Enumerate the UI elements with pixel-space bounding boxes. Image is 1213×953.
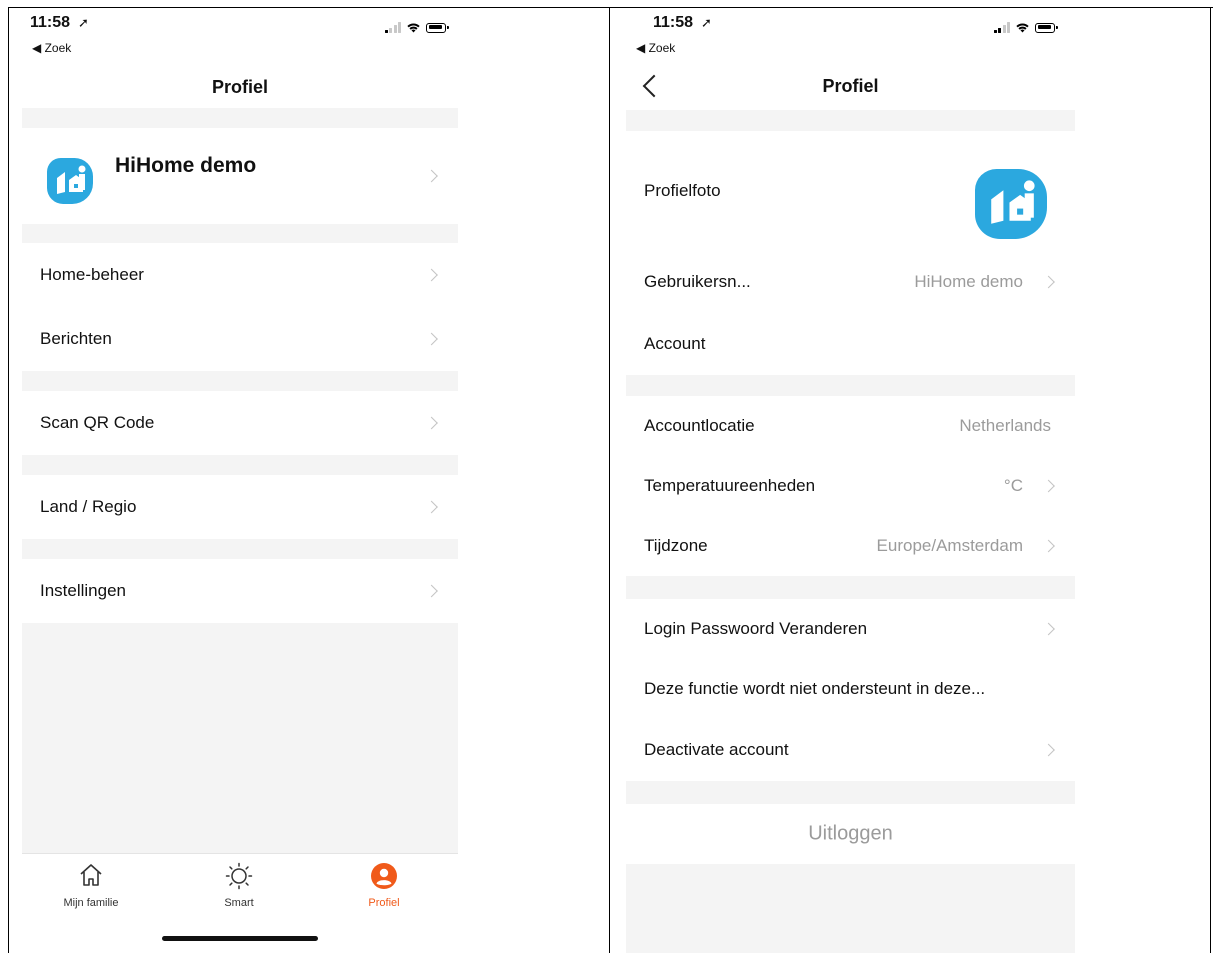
row-label: Tijdzone [644, 536, 708, 555]
wifi-icon [407, 23, 420, 33]
row-label: Temperatuureenheden [644, 476, 816, 495]
row-label: Profielfoto [644, 181, 721, 200]
frame-line-right [1210, 7, 1211, 953]
chevron-right-icon [1042, 539, 1055, 553]
menu-item-instellingen[interactable]: Instellingen [22, 559, 458, 623]
chevron-right-icon [425, 268, 438, 282]
chevron-right-icon [1042, 275, 1055, 289]
page-title: Profiel [211, 77, 268, 97]
tab-label: Mijn familie [63, 897, 119, 909]
back-triangle-icon: ◀ [636, 41, 646, 55]
profile-photo-row[interactable]: Profielfoto [626, 131, 1075, 251]
section-separator [626, 781, 1075, 804]
location-arrow-icon: ➚ [701, 15, 712, 30]
row-value: Europe/Amsterdam [876, 536, 1023, 555]
row-value: HiHome demo [914, 272, 1023, 291]
user-icon [371, 863, 397, 889]
section-separator [22, 455, 458, 475]
chevron-right-icon [425, 332, 438, 346]
menu-item-label: Instellingen [40, 581, 127, 600]
home-indicator [162, 936, 318, 941]
profile-card[interactable]: HiHome demo [22, 128, 458, 224]
frame-line-middle [609, 7, 610, 953]
wifi-icon [1016, 23, 1029, 33]
section-separator [22, 108, 458, 128]
deactivate-account-row[interactable]: Deactivate account [626, 719, 1075, 781]
username-row[interactable]: Gebruikersn... HiHome demo [626, 251, 1075, 313]
row-label: Gebruikersn... [644, 272, 751, 291]
chevron-right-icon [1042, 743, 1055, 757]
profile-photo-avatar[interactable] [975, 169, 1047, 239]
menu-item-label: Land / Regio [40, 497, 137, 516]
status-icons [384, 22, 449, 33]
empty-area [22, 623, 458, 853]
account-location-row: Accountlocatie Netherlands [626, 396, 1075, 456]
chevron-right-icon [1042, 479, 1055, 493]
section-separator [626, 110, 1075, 131]
section-separator [626, 375, 1075, 396]
back-to-app-link[interactable]: ◀ Zoek [636, 41, 675, 55]
section-separator [626, 576, 1075, 599]
back-to-app-link[interactable]: ◀ Zoek [32, 41, 71, 55]
chevron-right-icon [425, 169, 438, 183]
change-password-row[interactable]: Login Passwoord Veranderen [626, 599, 1075, 659]
menu-item-berichten[interactable]: Berichten [22, 307, 458, 371]
tab-profiel[interactable]: Profiel [329, 862, 439, 909]
menu-item-home-beheer[interactable]: Home-beheer [22, 243, 458, 307]
location-arrow-icon: ➚ [78, 15, 89, 30]
empty-area [626, 864, 1075, 953]
back-to-app-label: Zoek [648, 41, 676, 55]
back-triangle-icon: ◀ [32, 41, 42, 55]
tab-label: Smart [224, 897, 254, 909]
back-to-app-label: Zoek [44, 41, 72, 55]
chevron-right-icon [425, 584, 438, 598]
status-time: 11:58 [30, 14, 71, 31]
frame-line-left [8, 7, 9, 953]
row-label: Accountlocatie [644, 416, 755, 435]
status-icons [993, 22, 1058, 33]
row-label: Deze functie wordt niet ondersteunt in d… [644, 679, 986, 698]
page-title: Profiel [822, 76, 879, 96]
row-label: Deactivate account [644, 740, 789, 759]
timezone-row[interactable]: Tijdzone Europe/Amsterdam [626, 516, 1075, 576]
chevron-right-icon [425, 416, 438, 430]
menu-item-label: Home-beheer [40, 265, 144, 284]
chevron-right-icon [425, 500, 438, 514]
battery-icon [1035, 22, 1058, 33]
tab-smart[interactable]: Smart [184, 862, 294, 909]
status-time: 11:58 [653, 14, 694, 31]
tab-label: Profiel [368, 897, 400, 909]
menu-item-label: Scan QR Code [40, 413, 155, 432]
section-separator [22, 539, 458, 559]
home-icon [80, 864, 102, 886]
logout-button[interactable]: Uitloggen [626, 804, 1075, 864]
signal-icon [384, 22, 401, 33]
profile-tab-screen: 11:58 ➚ ◀ Zoek Profiel HiHome demo Home-… [22, 8, 458, 953]
menu-item-label: Berichten [40, 329, 112, 348]
section-separator [22, 224, 458, 243]
logout-label: Uitloggen [808, 822, 893, 845]
row-value: °C [1003, 476, 1023, 495]
temperature-units-row[interactable]: Temperatuureenheden °C [626, 456, 1075, 516]
menu-item-land-regio[interactable]: Land / Regio [22, 475, 458, 539]
row-value: Netherlands [959, 416, 1051, 435]
profile-detail-screen: 11:58 ➚ ◀ Zoek Profiel Profielfoto Gebru… [626, 8, 1075, 953]
unsupported-feature-row: Deze functie wordt niet ondersteunt in d… [626, 659, 1075, 719]
chevron-right-icon [1042, 622, 1055, 636]
sun-icon [225, 862, 253, 890]
row-label: Login Passwoord Veranderen [644, 619, 868, 638]
tab-mijn-familie[interactable]: Mijn familie [36, 862, 146, 909]
hihome-logo-icon [47, 158, 93, 204]
battery-icon [426, 22, 449, 33]
signal-icon [993, 22, 1010, 33]
menu-item-scan-qr-code[interactable]: Scan QR Code [22, 391, 458, 455]
row-label: Account [644, 334, 706, 353]
section-separator [22, 371, 458, 391]
account-row: Account [626, 313, 1075, 375]
profile-name: HiHome demo [115, 154, 257, 177]
